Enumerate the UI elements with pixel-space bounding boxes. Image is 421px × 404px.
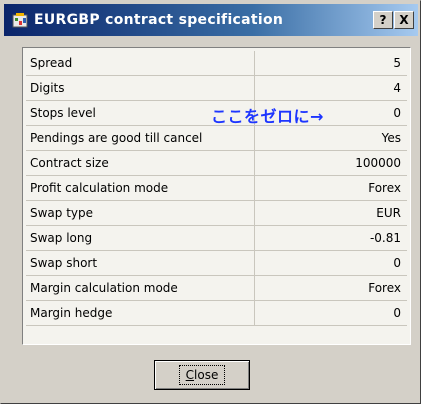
app-icon xyxy=(12,12,28,28)
row-value: Forex xyxy=(368,181,401,195)
close-button-text: lose xyxy=(194,368,219,382)
row-value: 100000 xyxy=(355,156,401,170)
column-divider xyxy=(254,176,255,200)
window-title: EURGBP contract specification xyxy=(34,12,284,28)
table-row[interactable]: Margin hedge 0 xyxy=(26,301,407,326)
row-value: Yes xyxy=(381,131,401,145)
dialog-window: EURGBP contract specification ? X Spread… xyxy=(0,0,421,404)
column-divider xyxy=(254,226,255,250)
table-row[interactable]: Swap long -0.81 xyxy=(26,226,407,251)
row-value: 0 xyxy=(393,256,401,270)
row-value: -0.81 xyxy=(369,231,401,245)
title-bar[interactable]: EURGBP contract specification ? X xyxy=(4,4,418,36)
column-divider xyxy=(254,201,255,225)
row-name: Spread xyxy=(30,56,73,70)
table-row[interactable]: Digits 4 xyxy=(26,76,407,101)
specification-table: Spread 5 Digits 4 Stops level ここをゼロに→ 0 … xyxy=(22,47,411,345)
row-name: Contract size xyxy=(30,156,109,170)
row-name: Margin calculation mode xyxy=(30,281,178,295)
row-name: Stops level xyxy=(30,106,96,120)
annotation-note: ここをゼロに→ xyxy=(211,107,324,126)
row-name: Swap short xyxy=(30,256,98,270)
help-button[interactable]: ? xyxy=(373,11,393,29)
column-divider xyxy=(254,301,255,325)
table-row[interactable]: Margin calculation mode Forex xyxy=(26,276,407,301)
row-value: 5 xyxy=(393,56,401,70)
row-value: Forex xyxy=(368,281,401,295)
table-row[interactable]: Profit calculation mode Forex xyxy=(26,176,407,201)
row-name: Pendings are good till cancel xyxy=(30,131,203,145)
row-value: 0 xyxy=(393,106,401,120)
row-value: EUR xyxy=(376,206,401,220)
column-divider xyxy=(254,251,255,275)
row-name: Swap type xyxy=(30,206,94,220)
column-divider xyxy=(254,51,255,75)
row-name: Swap long xyxy=(30,231,93,245)
row-value: 4 xyxy=(393,81,401,95)
table-row[interactable]: Swap type EUR xyxy=(26,201,407,226)
table-row[interactable]: Swap short 0 xyxy=(26,251,407,276)
table-row[interactable]: Spread 5 xyxy=(26,51,407,76)
row-name: Digits xyxy=(30,81,65,95)
table-row[interactable]: Stops level ここをゼロに→ 0 xyxy=(26,101,407,126)
column-divider xyxy=(254,126,255,150)
row-value: 0 xyxy=(393,306,401,320)
close-icon[interactable]: X xyxy=(394,11,414,29)
column-divider xyxy=(254,76,255,100)
column-divider xyxy=(254,276,255,300)
close-button-label: Close xyxy=(178,365,226,385)
row-name: Margin hedge xyxy=(30,306,113,320)
row-name: Profit calculation mode xyxy=(30,181,169,195)
close-button-mnemonic: C xyxy=(185,368,195,382)
table-row[interactable]: Pendings are good till cancel Yes xyxy=(26,126,407,151)
close-button[interactable]: Close xyxy=(154,360,250,390)
column-divider xyxy=(254,151,255,175)
table-row[interactable]: Contract size 100000 xyxy=(26,151,407,176)
